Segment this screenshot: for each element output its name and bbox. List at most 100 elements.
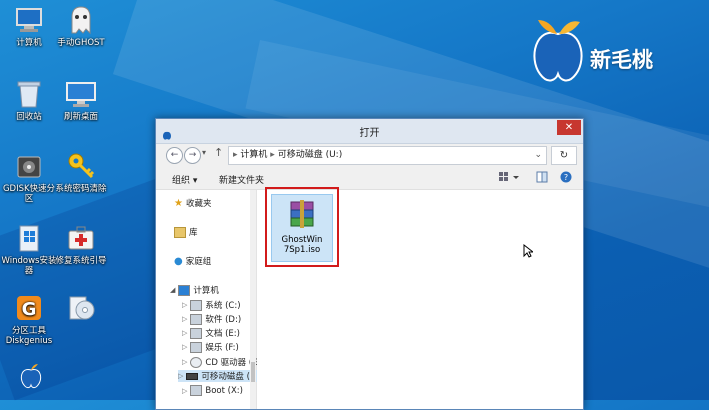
desktop-icon-ghost[interactable]: 手动GHOST — [52, 4, 110, 48]
homegroup-icon: ● — [174, 255, 183, 267]
monitor-icon — [65, 78, 97, 110]
nav-homegroup[interactable]: ● 家庭组 — [174, 255, 211, 268]
preview-pane-icon — [536, 171, 548, 183]
dialog-title: 打开 — [359, 128, 380, 139]
star-icon: ★ — [174, 197, 183, 209]
nav-favorites[interactable]: ★ 收藏夹 — [174, 197, 212, 210]
nav-drive-e[interactable]: ▷ 文档 (E:) — [182, 327, 240, 339]
file-name-line2: 7Sp1.iso — [283, 245, 321, 255]
desktop-icon-computer[interactable]: 计算机 — [0, 4, 58, 48]
brand-name: 新毛桃 — [590, 48, 653, 72]
collapse-icon: ▷ — [182, 386, 188, 395]
up-button[interactable]: ↑ — [214, 146, 223, 159]
view-icon — [499, 172, 519, 181]
desktop-icon-windows-installer[interactable]: Windows安装器 — [0, 222, 58, 276]
file-name-line1: GhostWin — [281, 235, 323, 245]
file-list: GhostWin 7Sp1.iso — [257, 187, 583, 409]
nav-scrollbar[interactable] — [250, 190, 256, 409]
brand-logo: 新毛桃 — [528, 14, 688, 94]
path-root-chevron-icon: ▸ — [233, 150, 238, 160]
desktop-icon-label: Windows安装器 — [1, 256, 57, 276]
gdisk-icon — [13, 150, 45, 182]
windows-installer-icon — [13, 222, 45, 254]
nav-drive-d[interactable]: ▷ 软件 (D:) — [182, 313, 241, 325]
nav-favorites-label: 收藏夹 — [185, 199, 212, 209]
collapse-icon: ▷ — [182, 301, 188, 309]
drive-label: 系统 (C:) — [205, 301, 241, 311]
desktop-icon-label: 系统密码清除 — [55, 184, 107, 194]
drive-label: 文档 (E:) — [205, 329, 240, 339]
dialog-titlebar[interactable]: 打开 ✕ — [156, 119, 583, 144]
refresh-button[interactable]: ↻ — [551, 146, 577, 165]
address-row: ← → ▾ ↑ ▸ 计算机 ▸ 可移动磁盘 (U:) ⌄ ↻ — [162, 146, 577, 165]
desktop-icon-virtual-drive[interactable] — [52, 292, 110, 326]
view-options-button[interactable] — [498, 171, 520, 186]
peach-logo-icon — [533, 20, 583, 82]
breadcrumb-removable-disk[interactable]: 可移动磁盘 (U:) — [278, 150, 343, 160]
drive-icon — [190, 327, 203, 339]
desktop-icon-label: 刷新桌面 — [63, 112, 98, 122]
key-icon — [65, 150, 97, 182]
computer-icon — [13, 4, 45, 36]
help-icon: ? — [560, 171, 572, 183]
drive-icon — [190, 313, 203, 325]
forward-arrow-icon: → — [188, 150, 197, 160]
nav-drive-x[interactable]: ▷ Boot (X:) — [182, 385, 243, 396]
close-button[interactable]: ✕ — [557, 120, 581, 135]
desktop-icon-peach-logo[interactable] — [2, 360, 60, 400]
ghost-icon — [65, 4, 97, 36]
collapse-icon: ▷ — [182, 329, 188, 337]
first-aid-kit-icon — [65, 222, 97, 254]
desktop-icon-boot-repair[interactable]: 修复系统引导 — [52, 222, 110, 266]
scrollbar-thumb[interactable] — [251, 362, 255, 382]
open-file-dialog: 打开 ✕ ← → ▾ ↑ ▸ 计算机 ▸ 可移动磁盘 (U:) ⌄ ↻ 组织 ▾… — [155, 118, 584, 410]
collapse-icon: ▷ — [178, 372, 184, 380]
drive-icon — [190, 299, 203, 311]
drive-icon — [190, 341, 203, 353]
desktop-icon-label: 回收站 — [16, 112, 42, 122]
drive-label: 软件 (D:) — [205, 315, 242, 325]
collapse-icon: ▷ — [182, 343, 188, 351]
recent-locations-dropdown[interactable]: ▾ — [202, 148, 206, 157]
desktop-icon-refresh-desktop[interactable]: 刷新桌面 — [52, 78, 110, 122]
organize-button[interactable]: 组织 ▾ — [172, 173, 197, 186]
desktop-icon-password-clear[interactable]: 系统密码清除 — [52, 150, 110, 194]
help-button[interactable]: ? — [560, 171, 572, 186]
collapse-icon: ▷ — [182, 358, 188, 366]
back-arrow-icon: ← — [170, 150, 179, 160]
drive-icon — [190, 385, 203, 396]
library-icon — [174, 226, 186, 238]
desktop-icon-diskgenius[interactable]: G 分区工具Diskgenius — [0, 292, 58, 346]
drive-label: 娱乐 (F:) — [205, 343, 239, 353]
breadcrumb-computer[interactable]: 计算机 — [240, 150, 267, 160]
rar-archive-icon — [290, 200, 314, 228]
forward-button[interactable]: → — [184, 147, 201, 164]
file-item-ghostwin-iso[interactable]: GhostWin 7Sp1.iso — [271, 194, 333, 262]
disc-icon — [65, 292, 97, 324]
back-button[interactable]: ← — [166, 147, 183, 164]
address-dropdown-icon[interactable]: ⌄ — [534, 147, 542, 164]
nav-drive-f[interactable]: ▷ 娱乐 (F:) — [182, 341, 239, 353]
desktop-icon-label: GDISK快速分区 — [2, 184, 56, 204]
preview-pane-button[interactable] — [536, 171, 548, 186]
navigation-pane: ★ 收藏夹 库 ● 家庭组 ◢ 计算机 ▷ 系统 (C:) ▷ 软件 (D:) … — [156, 190, 274, 409]
nav-computer[interactable]: ◢ 计算机 — [170, 284, 219, 296]
command-bar: 组织 ▾ 新建文件夹 ? — [156, 169, 583, 190]
refresh-icon: ↻ — [559, 150, 569, 161]
recycle-bin-icon — [13, 78, 45, 110]
desktop-icon-recycle-bin[interactable]: 回收站 — [0, 78, 58, 122]
nav-drive-c[interactable]: ▷ 系统 (C:) — [182, 299, 241, 311]
peach-icon — [15, 360, 47, 392]
collapse-icon: ▷ — [182, 315, 188, 323]
computer-icon — [178, 284, 191, 296]
nav-library[interactable]: 库 — [174, 226, 198, 238]
desktop-icon-label: 计算机 — [16, 38, 42, 48]
nav-library-label: 库 — [189, 228, 198, 238]
nav-computer-label: 计算机 — [193, 286, 219, 296]
address-bar[interactable]: ▸ 计算机 ▸ 可移动磁盘 (U:) ⌄ — [228, 146, 547, 165]
desktop-icon-gdisk[interactable]: GDISK快速分区 — [0, 150, 58, 204]
new-folder-button[interactable]: 新建文件夹 — [219, 173, 264, 186]
desktop-icon-label: 修复系统引导 — [55, 256, 107, 266]
diskgenius-icon: G — [13, 292, 45, 324]
cd-drive-icon — [190, 356, 203, 368]
